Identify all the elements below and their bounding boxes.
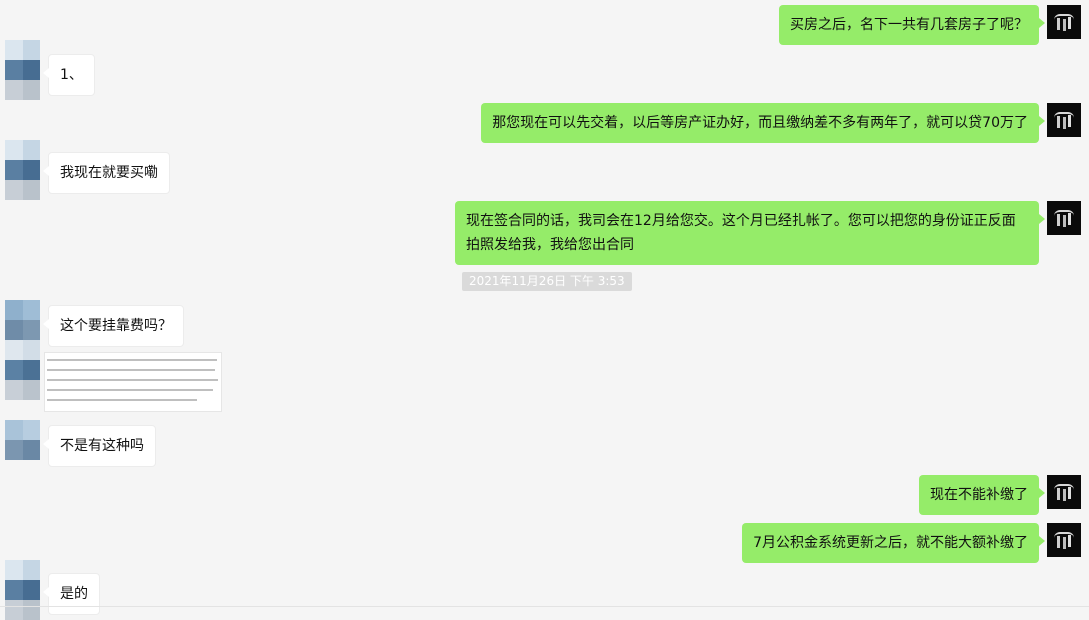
own-avatar[interactable] bbox=[1047, 201, 1081, 235]
own-avatar[interactable] bbox=[1047, 103, 1081, 137]
message-bubble-sent[interactable]: 那您现在可以先交着，以后等房产证办好，而且缴纳差不多有两年了，就可以贷70万了 bbox=[481, 103, 1045, 143]
message-bubble-sent[interactable]: 现在不能补缴了 bbox=[919, 475, 1045, 515]
message-bubble-sent[interactable]: 现在签合同的话，我司会在12月给您交。这个月已经扎帐了。您可以把您的身份证正反面… bbox=[455, 201, 1045, 265]
message-bubble-received[interactable]: 1、 bbox=[43, 54, 95, 96]
message-bubble-received[interactable]: 这个要挂靠费吗？ bbox=[43, 305, 184, 347]
avatar-image bbox=[1054, 112, 1074, 130]
message-timestamp: 2021年11月26日 下午 3:53 bbox=[462, 272, 632, 291]
image-message-thumbnail[interactable] bbox=[44, 352, 222, 412]
message-bubble-sent[interactable]: 7月公积金系统更新之后，就不能大额补缴了 bbox=[742, 523, 1045, 563]
message-bubble-sent[interactable]: 买房之后，名下一共有几套房子了呢？ bbox=[779, 5, 1045, 45]
message-bubble-received[interactable]: 我现在就要买嘞 bbox=[43, 152, 170, 194]
contact-avatar[interactable] bbox=[5, 140, 40, 200]
own-avatar[interactable] bbox=[1047, 5, 1081, 39]
chat-message-area[interactable]: 买房之后，名下一共有几套房子了呢？ 1、 那您现在可以先交着，以后等房产证办好，… bbox=[0, 0, 1089, 620]
message-bubble-received[interactable]: 是的 bbox=[43, 573, 100, 615]
contact-avatar[interactable] bbox=[5, 40, 40, 100]
input-area-divider bbox=[0, 606, 1089, 607]
avatar-image bbox=[1054, 14, 1074, 32]
avatar-image bbox=[1054, 484, 1074, 502]
contact-avatar[interactable] bbox=[5, 420, 40, 480]
own-avatar[interactable] bbox=[1047, 475, 1081, 509]
own-avatar[interactable] bbox=[1047, 523, 1081, 557]
avatar-image bbox=[1054, 210, 1074, 228]
message-bubble-received[interactable]: 不是有这种吗 bbox=[43, 425, 156, 467]
contact-avatar[interactable] bbox=[5, 560, 40, 620]
contact-avatar[interactable] bbox=[5, 340, 40, 400]
avatar-image bbox=[1054, 532, 1074, 550]
